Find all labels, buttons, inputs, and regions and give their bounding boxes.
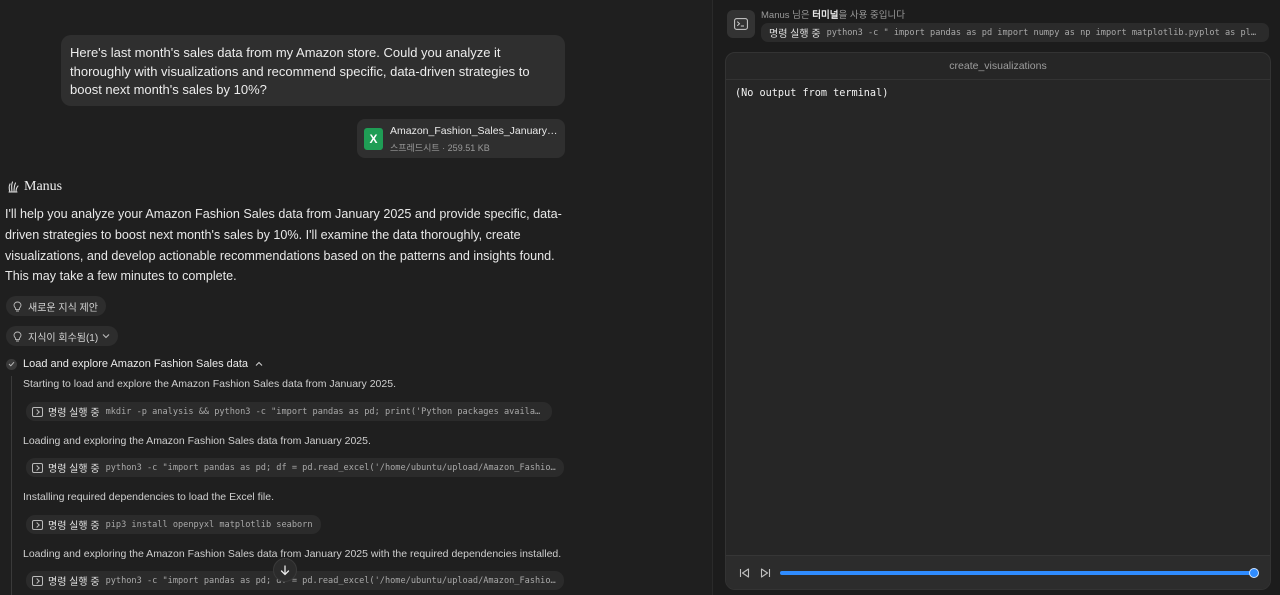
terminal-icon [734,18,748,30]
knowledge-recalled-label: 지식이 회수됨(1) [28,332,99,344]
terminal-icon [32,575,43,586]
chevron-up-icon [255,361,263,366]
chat-pane: Here's last month's sales data from my A… [0,0,712,595]
terminal-window: create_visualizations (No output from te… [725,52,1271,590]
step-text: Loading and exploring the Amazon Fashion… [23,435,371,447]
app-root: Here's last month's sales data from my A… [0,0,1280,595]
skip-forward-icon [760,568,770,578]
skip-back-icon [739,568,749,578]
knowledge-recalled-chip[interactable]: 지식이 회수됨(1) [6,326,119,346]
playback-progress [780,571,1254,575]
command-code: python3 -c "import pandas as pd; df = pd… [105,575,556,586]
command-chip[interactable]: 명령 실행 중 python3 -c "import pandas as pd;… [26,458,564,477]
command-label: 명령 실행 중 [769,29,821,40]
chevron-down-icon [102,334,110,339]
tool-status: Manus 님은 터미널을 사용 중입니다 [761,7,905,21]
user-message: Here's last month's sales data from my A… [61,35,565,106]
command-code: python3 -c " import pandas as pd import … [826,27,1261,38]
check-icon [6,358,17,370]
playback-handle[interactable] [1249,568,1259,578]
terminal-title: create_visualizations [726,53,1270,80]
command-code: mkdir -p analysis && python3 -c "import … [105,406,544,417]
terminal-icon [32,406,43,417]
command-code: python3 -c "import pandas as pd; df = pd… [105,462,556,473]
computer-pane: Manus 님은 터미널을 사용 중입니다 명령 실행 중 python3 -c… [712,0,1280,595]
lightbulb-icon [13,331,22,341]
arrow-down-icon [280,564,290,575]
task-title: Load and explore Amazon Fashion Sales da… [23,358,249,370]
step-back-button[interactable] [737,566,751,580]
command-chip[interactable]: 명령 실행 중 pip3 install openpyxl matplotlib… [26,515,321,534]
command-code: pip3 install openpyxl matplotlib seaborn [105,519,313,530]
step-forward-button[interactable] [758,566,772,580]
attachment-meta: 스프레드시트 · 259.51 KB [390,143,490,153]
step-text: Installing required dependencies to load… [23,491,274,503]
knowledge-suggest-label: 새로운 지식 제안 [28,302,98,314]
playback-slider[interactable] [780,568,1259,578]
status-prefix: Manus 님은 [761,10,813,21]
lightbulb-icon [13,301,22,311]
attachment-card[interactable]: X Amazon_Fashion_Sales_January_2... 스프레드… [357,119,565,158]
step-text: Loading and exploring the Amazon Fashion… [23,548,562,560]
command-chip[interactable]: 명령 실행 중 mkdir -p analysis && python3 -c … [26,402,552,421]
manus-logo-icon [8,181,19,193]
command-label: 명령 실행 중 [48,577,100,588]
agent-name: Manus [24,179,63,194]
current-command-chip: 명령 실행 중 python3 -c " import pandas as pd… [761,23,1269,42]
status-suffix: 을 사용 중입니다 [838,10,905,21]
attachment-name: Amazon_Fashion_Sales_January_2... [390,125,558,137]
task-header[interactable]: Load and explore Amazon Fashion Sales da… [6,356,263,372]
terminal-icon [32,462,43,473]
terminal-icon [32,519,43,530]
scroll-to-bottom-button[interactable] [273,558,297,582]
terminal-output: (No output from terminal) [735,88,889,99]
playback-bar [726,555,1270,589]
command-label: 명령 실행 중 [48,408,100,419]
terminal-badge [727,10,755,38]
step-text: Starting to load and explore the Amazon … [23,378,396,390]
command-label: 명령 실행 중 [48,521,100,532]
agent-header: Manus [6,178,62,196]
command-label: 명령 실행 중 [48,464,100,475]
spreadsheet-icon: X [364,128,383,150]
agent-message: I'll help you analyze your Amazon Fashio… [5,207,562,284]
status-tool: 터미널 [812,10,839,21]
task-timeline [11,376,12,595]
knowledge-suggest-chip[interactable]: 새로운 지식 제안 [6,296,106,316]
